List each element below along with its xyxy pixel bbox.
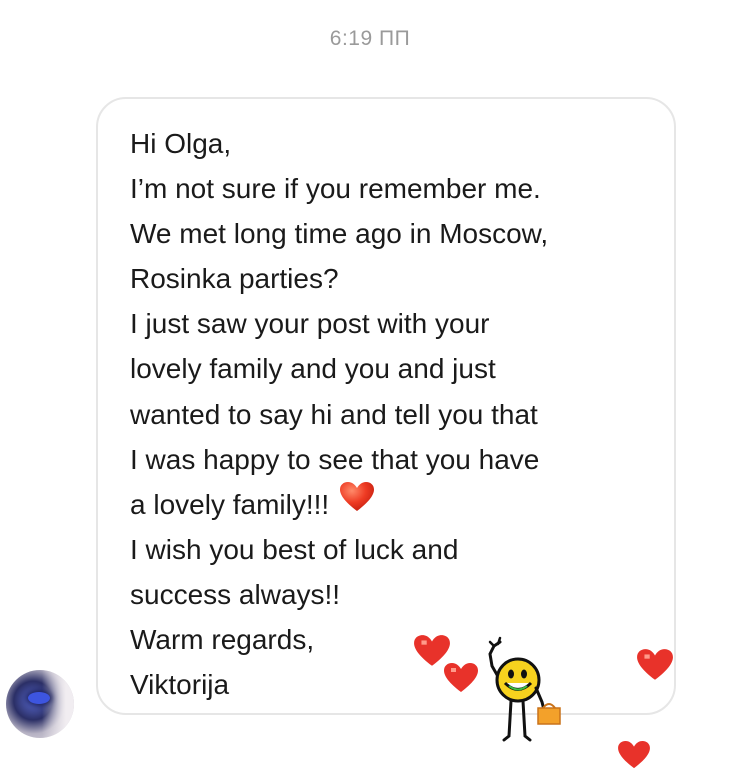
message-line: I’m not sure if you remember me. (130, 173, 541, 205)
message-line: Hi Olga, (130, 128, 232, 159)
message-line: success always!! (130, 578, 341, 610)
message-line: a lovely family!!! (130, 488, 330, 520)
message-line: I wish you best of luck and (130, 533, 459, 565)
avatar-eye (28, 692, 50, 704)
message-line-with-emoji: a lovely family!!! (130, 481, 670, 527)
message-line: Warm regards, (130, 624, 315, 656)
heart-icon (636, 648, 674, 687)
message-timestamp: 6:19 ПП (329, 27, 411, 50)
smiley-character-icon (478, 636, 568, 751)
message-line: I just saw your post with your (130, 308, 490, 340)
red-heart-icon (339, 481, 375, 526)
avatar-hair (42, 670, 74, 738)
message-line: I was happy to see that you have (130, 443, 540, 475)
sender-avatar[interactable] (6, 670, 74, 738)
heart-icon (617, 740, 651, 775)
message-line: wanted to say hi and tell you that (130, 398, 538, 430)
message-line: We met long time ago in Moscow, (130, 218, 549, 250)
message-text: Hi Olga, I’m not sure if you remember me… (130, 121, 670, 707)
message-line: Viktorija (130, 669, 230, 701)
heart-icon (443, 662, 479, 699)
message-line: lovely family and you and just (130, 353, 496, 385)
message-line: Rosinka parties? (130, 263, 339, 295)
